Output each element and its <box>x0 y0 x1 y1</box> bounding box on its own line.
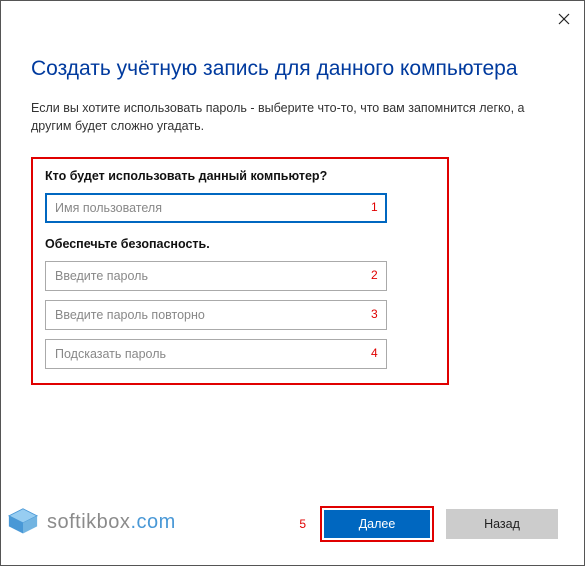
password-confirm-field-wrap: 3 <box>45 300 435 330</box>
marker-5: 5 <box>299 517 306 531</box>
watermark: softikbox.com <box>5 507 176 537</box>
password-hint-input[interactable] <box>45 339 387 369</box>
dialog-window: Создать учётную запись для данного компь… <box>0 0 585 566</box>
back-button[interactable]: Назад <box>446 509 558 539</box>
username-field-wrap: 1 <box>45 193 435 223</box>
next-button-highlight: Далее <box>320 506 434 542</box>
watermark-text: softikbox.com <box>47 511 176 534</box>
button-row: 5 Далее Назад <box>299 506 558 542</box>
section-who-label: Кто будет использовать данный компьютер? <box>45 169 435 183</box>
page-title: Создать учётную запись для данного компь… <box>31 57 554 81</box>
next-button[interactable]: Далее <box>324 510 430 538</box>
watermark-domain: .com <box>130 511 175 533</box>
page-subtitle: Если вы хотите использовать пароль - выб… <box>31 99 554 135</box>
password-input[interactable] <box>45 261 387 291</box>
close-icon <box>558 13 570 25</box>
content-area: Создать учётную запись для данного компь… <box>1 1 584 385</box>
watermark-brand: softikbox <box>47 511 130 533</box>
password-hint-field-wrap: 4 <box>45 339 435 369</box>
form-highlight-box: Кто будет использовать данный компьютер?… <box>31 157 449 385</box>
password-confirm-input[interactable] <box>45 300 387 330</box>
close-button[interactable] <box>554 9 574 29</box>
password-field-wrap: 2 <box>45 261 435 291</box>
username-input[interactable] <box>45 193 387 223</box>
softikbox-logo-icon <box>5 507 41 537</box>
section-security-label: Обеспечьте безопасность. <box>45 237 435 251</box>
